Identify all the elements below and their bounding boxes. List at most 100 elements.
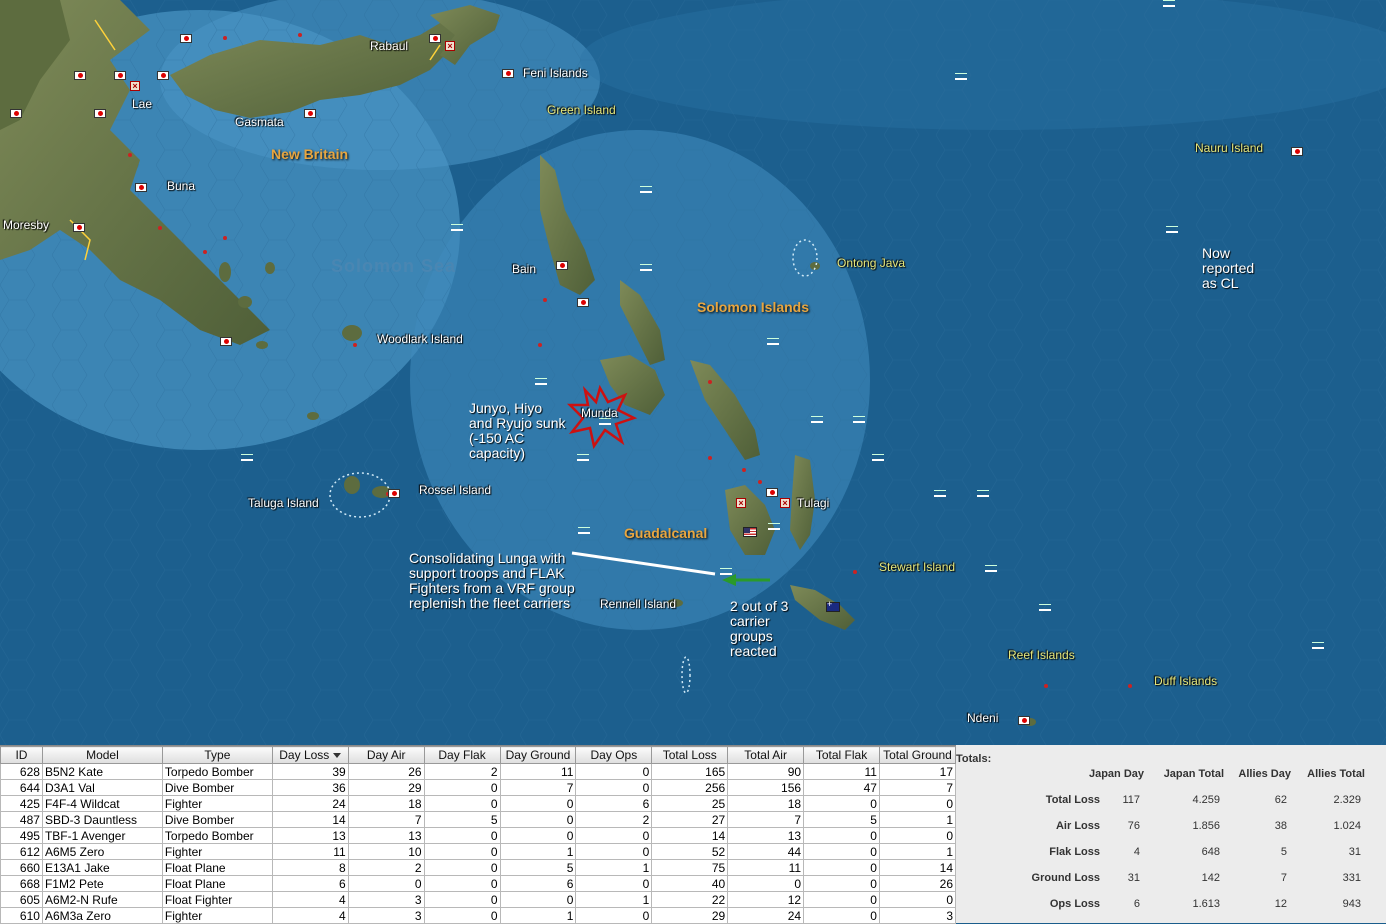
totals-panel: Totals: Japan Day Japan Total Allies Day… (956, 745, 1386, 923)
ship-icon[interactable] (451, 224, 463, 231)
japanese-flag-icon[interactable] (502, 69, 514, 78)
column-header-model[interactable]: Model (41, 746, 163, 764)
table-cell: 6 (271, 875, 349, 892)
ship-icon[interactable] (811, 416, 823, 423)
table-row[interactable]: 660 E13A1 Jake Float Plane 8 2 0 5 1 75 11 0 14 (0, 859, 957, 876)
totals-value: 5 (1280, 846, 1287, 858)
ship-icon[interactable] (768, 523, 780, 530)
column-header-total-air[interactable]: Total Air (727, 746, 805, 764)
table-header-row: ID Model Type Day Loss Day Air Day Flak Day Gr… (0, 746, 957, 764)
table-cell: 5 (423, 811, 501, 828)
ship-icon[interactable] (977, 490, 989, 497)
japanese-flag-icon[interactable] (94, 109, 106, 118)
japanese-flag-icon[interactable] (10, 109, 22, 118)
ship-icon[interactable] (577, 454, 589, 461)
totals-value: 943 (1342, 898, 1361, 910)
column-header-total-loss[interactable]: Total Loss (651, 746, 729, 764)
japanese-flag-icon[interactable] (220, 337, 232, 346)
japanese-flag-icon[interactable] (577, 298, 589, 307)
map-view[interactable]: × × × × Rabaul Feni Islands Lae Green Islan… (0, 0, 1386, 745)
ship-icon[interactable] (578, 527, 590, 534)
table-cell: 2 (575, 811, 653, 828)
table-cell: 12 (727, 891, 805, 908)
japanese-flag-icon[interactable] (114, 71, 126, 80)
column-header-id[interactable]: ID (0, 746, 43, 764)
ship-icon[interactable] (241, 454, 253, 461)
japanese-flag-icon[interactable] (74, 71, 86, 80)
damaged-base-icon[interactable]: × (736, 498, 746, 508)
ship-icon[interactable] (640, 264, 652, 271)
ship-icon[interactable] (1039, 604, 1051, 611)
table-row[interactable]: 612 A6M5 Zero Fighter 11 10 0 1 0 52 44 0 1 (0, 843, 957, 860)
column-header-label: Total Air (744, 748, 787, 762)
column-header-day-ground[interactable]: Day Ground (499, 746, 577, 764)
column-header-day-ops[interactable]: Day Ops (575, 746, 653, 764)
table-row[interactable]: 610 A6M3a Zero Fighter 4 3 0 1 0 29 24 0 3 (0, 907, 957, 924)
table-cell: 5 (499, 859, 577, 876)
table-row[interactable]: 644 D3A1 Val Dive Bomber 36 29 0 7 0 256 156 47 7 (0, 779, 957, 796)
table-row[interactable]: 425 F4F-4 Wildcat Fighter 24 18 0 0 6 25 18 0 0 (0, 795, 957, 812)
ship-icon[interactable] (955, 73, 967, 80)
table-cell: 24 (271, 795, 349, 812)
table-row[interactable]: 628 B5N2 Kate Torpedo Bomber 39 26 2 11 0 165 90 1… (0, 763, 957, 780)
us-flag-icon[interactable] (743, 527, 757, 537)
table-cell: 0 (423, 907, 501, 924)
totals-value: 4 (1133, 846, 1140, 858)
japanese-flag-icon[interactable] (180, 34, 192, 43)
totals-value: 1.856 (1192, 820, 1220, 832)
column-header-total-ground[interactable]: Total Ground (878, 746, 957, 764)
damaged-base-icon[interactable]: × (780, 498, 790, 508)
place-label-munda: Munda (581, 406, 618, 420)
ship-icon[interactable] (720, 568, 732, 575)
table-row[interactable]: 605 A6M2-N Rufe Float Fighter 4 3 0 0 1 22 12 0 0 (0, 891, 957, 908)
ship-icon[interactable] (1166, 226, 1178, 233)
table-cell: 425 (0, 795, 43, 812)
ship-icon[interactable] (985, 565, 997, 572)
aircraft-loss-table[interactable]: ID Model Type Day Loss Day Air Day Flak Day Gr… (0, 745, 957, 924)
totals-value: 31 (1348, 846, 1361, 858)
ship-icon[interactable] (640, 186, 652, 193)
japanese-flag-icon[interactable] (73, 223, 85, 232)
column-header-day-air[interactable]: Day Air (347, 746, 425, 764)
table-row[interactable]: 487 SBD-3 Dauntless Dive Bomber 14 7 5 0 2 27 7 5 1 (0, 811, 957, 828)
japanese-flag-icon[interactable] (429, 34, 441, 43)
place-label-lae: Lae (132, 97, 153, 111)
ship-icon[interactable] (767, 338, 779, 345)
ship-icon[interactable] (535, 378, 547, 385)
table-row[interactable]: 495 TBF-1 Avenger Torpedo Bomber 13 13 0 0 0 14 1… (0, 827, 957, 844)
column-header-type[interactable]: Type (161, 746, 273, 764)
japanese-flag-icon[interactable] (135, 183, 147, 192)
column-header-label: Total Flak (815, 748, 868, 762)
ship-icon[interactable] (1312, 642, 1324, 649)
annotation-line: Now (1202, 245, 1231, 261)
table-cell: 2 (423, 763, 501, 780)
japanese-flag-icon[interactable] (388, 489, 400, 498)
place-label-ndeni: Ndeni (967, 711, 999, 725)
japanese-flag-icon[interactable] (157, 71, 169, 80)
column-header-day-loss[interactable]: Day Loss (271, 746, 349, 764)
japanese-flag-icon[interactable] (556, 261, 568, 270)
column-header-label: Day Loss (279, 748, 330, 762)
ship-icon[interactable] (853, 416, 865, 423)
japanese-flag-icon[interactable] (1018, 716, 1030, 725)
australian-flag-icon[interactable] (826, 599, 840, 612)
table-cell: 0 (575, 875, 653, 892)
damaged-base-icon[interactable]: × (130, 81, 140, 91)
table-cell: Fighter (161, 907, 273, 924)
table-cell: 11 (271, 843, 349, 860)
japanese-flag-icon[interactable] (1291, 147, 1303, 156)
column-header-day-flak[interactable]: Day Flak (423, 746, 501, 764)
japanese-flag-icon[interactable] (766, 488, 778, 497)
table-cell: 17 (878, 763, 957, 780)
ship-icon[interactable] (872, 454, 884, 461)
table-cell: A6M5 Zero (41, 843, 163, 860)
ship-icon[interactable] (934, 490, 946, 497)
japanese-flag-icon[interactable] (304, 109, 316, 118)
ship-icon[interactable] (1163, 0, 1175, 7)
table-cell: 0 (575, 827, 653, 844)
map-terrain (0, 0, 1386, 745)
damaged-base-icon[interactable]: × (445, 41, 455, 51)
column-header-total-flak[interactable]: Total Flak (803, 746, 880, 764)
table-cell: 165 (651, 763, 729, 780)
table-row[interactable]: 668 F1M2 Pete Float Plane 6 0 0 6 0 40 0 0 26 (0, 875, 957, 892)
